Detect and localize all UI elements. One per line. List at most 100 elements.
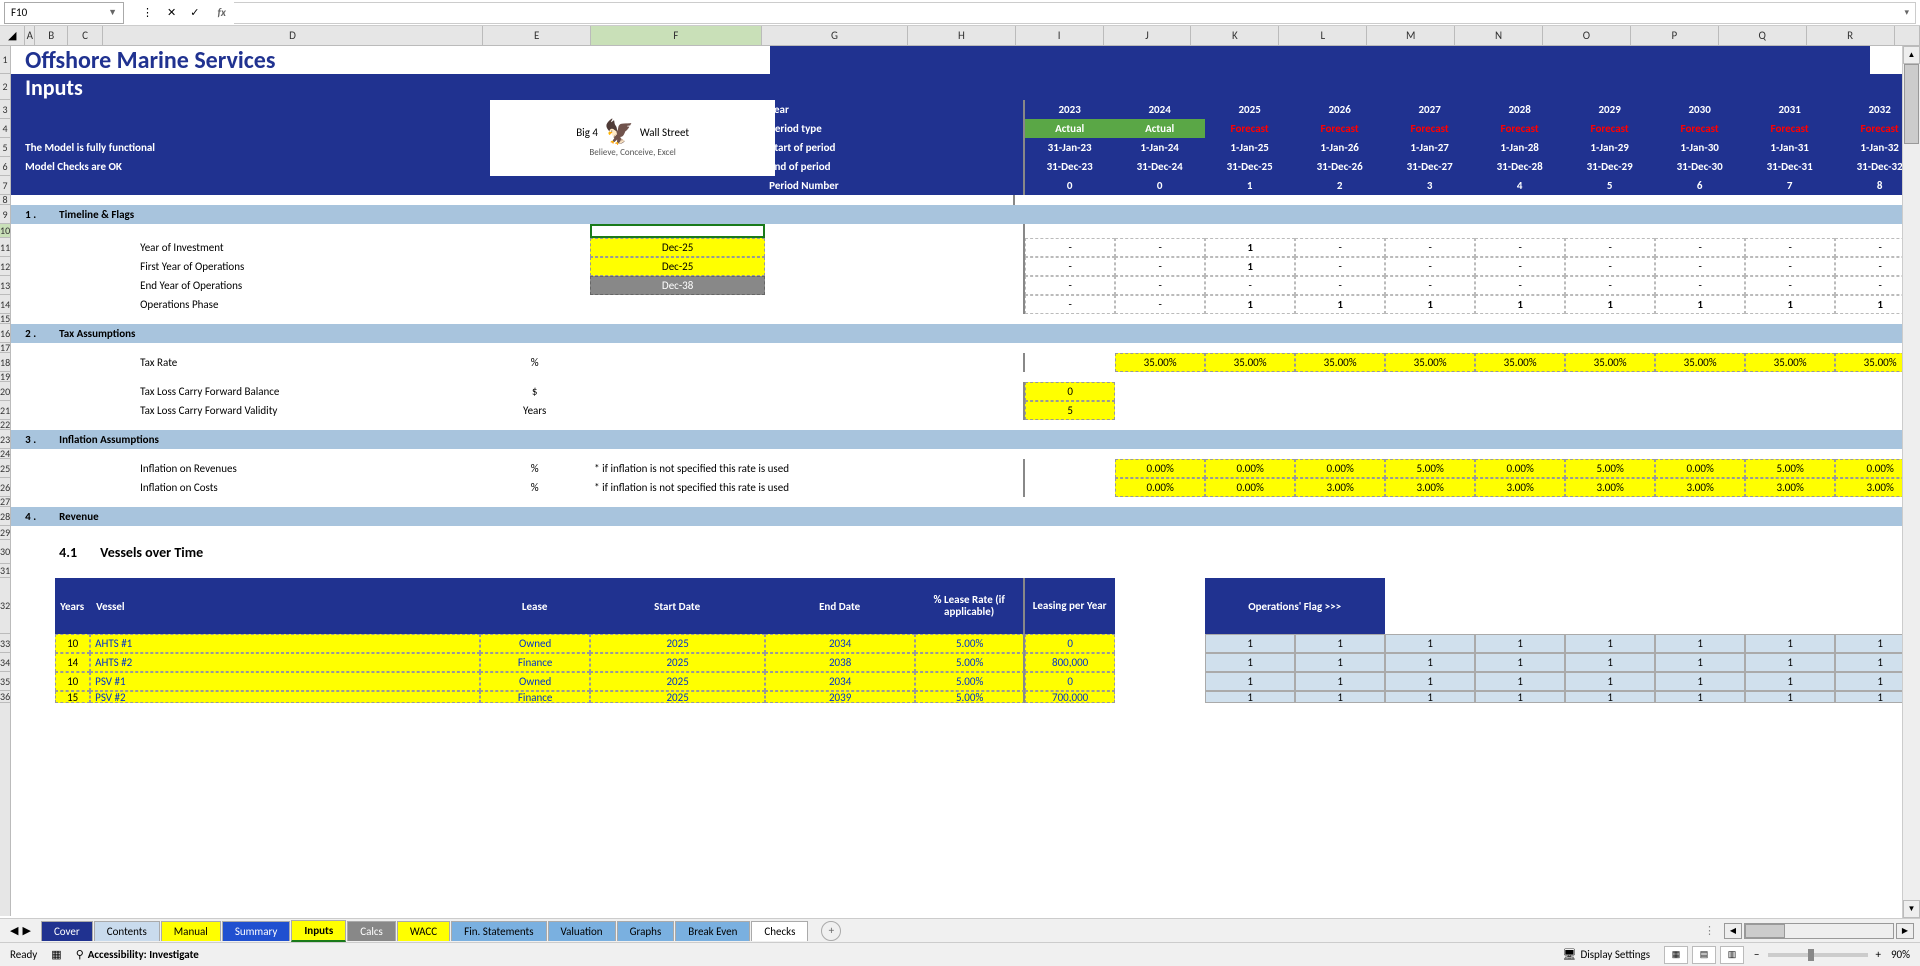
vessel-lease[interactable]: Owned [480, 634, 590, 653]
col-J[interactable]: J [1104, 26, 1192, 45]
vessel-pct[interactable]: 5.00% [915, 672, 1025, 691]
vessel-lease[interactable]: Owned [480, 672, 590, 691]
cells[interactable]: Offshore Marine Services Inputs Big 4🦅Wa… [11, 46, 1920, 916]
inflcost-7[interactable]: 3.00% [1655, 478, 1745, 497]
inflrev-4[interactable]: 5.00% [1385, 459, 1475, 478]
vessel-lpy[interactable]: 700,000 [1025, 691, 1115, 703]
row-4[interactable]: 4 [0, 119, 10, 138]
name-box[interactable]: F10 ▼ [4, 2, 124, 24]
vessel-start[interactable]: 2025 [590, 672, 765, 691]
col-B[interactable]: B [35, 26, 68, 45]
hscroll-thumb[interactable] [1745, 924, 1785, 938]
row-13[interactable]: 13 [0, 276, 10, 295]
tab-valuation[interactable]: Valuation [548, 921, 616, 941]
col-C[interactable]: C [68, 26, 102, 45]
zoom-level[interactable]: 90% [1891, 948, 1910, 961]
col-H[interactable]: H [908, 26, 1015, 45]
confirm-icon[interactable]: ✓ [190, 6, 199, 19]
tab-checks[interactable]: Checks [751, 921, 808, 941]
inflcost-5[interactable]: 3.00% [1475, 478, 1565, 497]
hscroll-track[interactable] [1744, 923, 1894, 939]
row-8[interactable]: 8 [0, 195, 10, 205]
vessel-end[interactable]: 2038 [765, 653, 915, 672]
tax-4[interactable]: 35.00% [1385, 353, 1475, 372]
selected-cell-F10[interactable] [590, 224, 765, 238]
col-Q[interactable]: Q [1719, 26, 1807, 45]
tax-8[interactable]: 35.00% [1745, 353, 1835, 372]
inflrev-8[interactable]: 5.00% [1745, 459, 1835, 478]
row-36[interactable]: 36 [0, 691, 10, 703]
scroll-down-icon[interactable]: ▼ [1903, 900, 1920, 918]
vessel-lpy[interactable]: 0 [1025, 672, 1115, 691]
inflcost-8[interactable]: 3.00% [1745, 478, 1835, 497]
row-22[interactable]: 22 [0, 420, 10, 430]
status-display[interactable]: Display Settings [1580, 948, 1650, 961]
scroll-track[interactable] [1903, 64, 1920, 900]
macro-icon[interactable]: ▦ [51, 948, 61, 961]
add-sheet-button[interactable]: + [821, 921, 841, 941]
row-2[interactable]: 2 [0, 74, 10, 100]
tab-graphs[interactable]: Graphs [617, 921, 675, 941]
tax-7[interactable]: 35.00% [1655, 353, 1745, 372]
col-E[interactable]: E [483, 26, 590, 45]
vessel-start[interactable]: 2025 [590, 653, 765, 672]
row-12[interactable]: 12 [0, 257, 10, 276]
inflcost-6[interactable]: 3.00% [1565, 478, 1655, 497]
row-19[interactable]: 19 [0, 372, 10, 382]
accessibility-icon[interactable]: ⚲ [76, 948, 84, 961]
row-11[interactable]: 11 [0, 238, 10, 257]
vessel-lpy[interactable]: 800,000 [1025, 653, 1115, 672]
row-29[interactable]: 29 [0, 526, 10, 540]
timeline-firstop-val[interactable]: Dec-25 [590, 257, 765, 276]
row-3[interactable]: 3 [0, 100, 10, 119]
zoom-in-icon[interactable]: + [1876, 948, 1881, 961]
vessel-lease[interactable]: Finance [480, 653, 590, 672]
col-G[interactable]: G [762, 26, 908, 45]
cancel-icon[interactable]: ✕ [167, 6, 176, 19]
vessel-lease[interactable]: Finance [480, 691, 590, 703]
scroll-up-icon[interactable]: ▲ [1903, 46, 1920, 64]
tax-3[interactable]: 35.00% [1295, 353, 1385, 372]
split-icon[interactable]: ⋮ [142, 6, 153, 19]
col-I[interactable]: I [1016, 26, 1104, 45]
tax-6[interactable]: 35.00% [1565, 353, 1655, 372]
inflrev-6[interactable]: 5.00% [1565, 459, 1655, 478]
row-20[interactable]: 20 [0, 382, 10, 401]
vessel-start[interactable]: 2025 [590, 634, 765, 653]
row-6[interactable]: 6 [0, 157, 10, 176]
vessel-lpy[interactable]: 0 [1025, 634, 1115, 653]
inflrev-3[interactable]: 0.00% [1295, 459, 1385, 478]
select-all-corner[interactable]: ◢ [0, 26, 25, 45]
row-10[interactable]: 10 [0, 224, 10, 238]
vessel-end[interactable]: 2034 [765, 634, 915, 653]
tax-val-val[interactable]: 5 [1025, 401, 1115, 420]
name-box-arrow-icon[interactable]: ▼ [108, 7, 117, 18]
row-5[interactable]: 5 [0, 138, 10, 157]
col-O[interactable]: O [1543, 26, 1631, 45]
vessel-name[interactable]: PSV #2 [90, 691, 480, 703]
vessel-name[interactable]: AHTS #1 [90, 634, 480, 653]
view-layout-icon[interactable]: ▤ [1692, 946, 1716, 964]
row-9[interactable]: 9 [0, 205, 10, 224]
zoom-thumb[interactable] [1808, 949, 1814, 961]
zoom-out-icon[interactable]: − [1754, 948, 1759, 961]
tab-inputs[interactable]: Inputs [291, 920, 346, 942]
view-normal-icon[interactable]: ▦ [1664, 946, 1688, 964]
row-30[interactable]: 30 [0, 540, 10, 564]
col-D[interactable]: D [103, 26, 484, 45]
col-N[interactable]: N [1455, 26, 1543, 45]
vessel-years[interactable]: 15 [55, 691, 90, 703]
inflcost-4[interactable]: 3.00% [1385, 478, 1475, 497]
tab-contents[interactable]: Contents [94, 921, 160, 941]
vessel-years[interactable]: 14 [55, 653, 90, 672]
vessel-name[interactable]: AHTS #2 [90, 653, 480, 672]
vessel-name[interactable]: PSV #1 [90, 672, 480, 691]
tax-2[interactable]: 35.00% [1205, 353, 1295, 372]
zoom-slider[interactable] [1768, 953, 1868, 957]
col-A[interactable]: A [25, 26, 35, 45]
row-31[interactable]: 31 [0, 564, 10, 578]
hscroll-right-icon[interactable]: ▶ [1896, 923, 1914, 939]
tab-prev-icon[interactable]: ◀ [10, 924, 18, 937]
vessel-end[interactable]: 2039 [765, 691, 915, 703]
fx-icon[interactable]: fx [217, 6, 226, 19]
